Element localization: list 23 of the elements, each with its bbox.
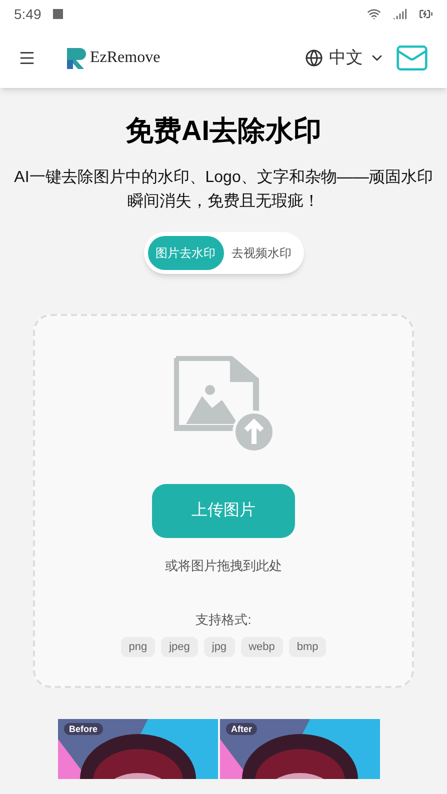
signal-icon (393, 7, 407, 21)
format-tag: jpg (204, 637, 235, 657)
page-description: AI一键去除图片中的水印、Logo、文字和杂物——顽固水印瞬间消失，免费且无瑕疵！ (13, 168, 434, 212)
format-tag: bmp (288, 637, 326, 657)
upload-area[interactable]: 上传图片 或将图片拖拽到此处 支持格式: png jpeg jpg webp bmp (33, 314, 414, 688)
image-upload-icon (174, 356, 274, 452)
format-tag: jpeg (161, 637, 198, 657)
globe-icon (305, 49, 323, 67)
battery-icon (419, 7, 433, 21)
format-tag: png (120, 637, 156, 657)
page-title: 免费AI去除水印 (124, 114, 322, 148)
mode-tab[interactable]: 去视频水印 (224, 236, 300, 270)
wifi-icon (367, 7, 381, 21)
drag-hint: 或将图片拖拽到此处 (165, 557, 282, 575)
format-tag: webp (240, 637, 283, 657)
menu-icon[interactable] (18, 49, 36, 67)
brand-name: EzRemove (90, 48, 160, 68)
language-selector[interactable]: 中文 (305, 45, 385, 71)
photo-label: After (226, 723, 258, 735)
formats-label: 支持格式: (196, 610, 252, 628)
photo-label: Before (64, 723, 103, 735)
notification-icon (53, 9, 64, 19)
status-time: 5:49 (14, 4, 42, 24)
